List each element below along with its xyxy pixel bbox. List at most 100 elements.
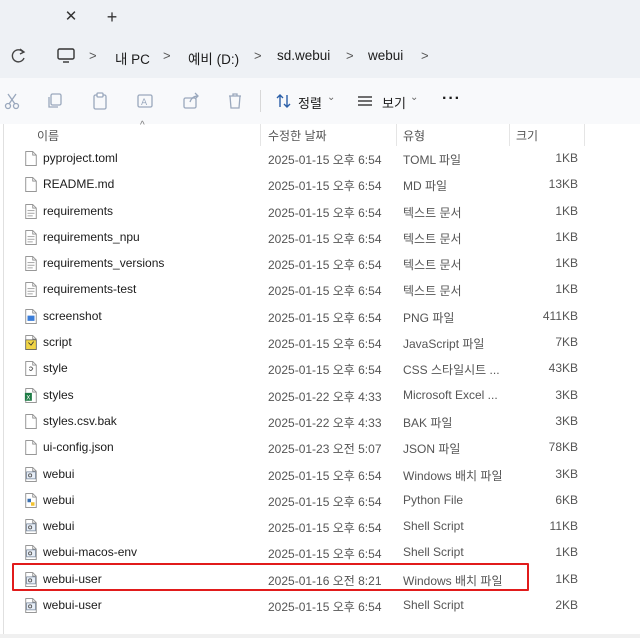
chevron-right-icon[interactable]: > (89, 48, 97, 63)
paste-icon[interactable] (91, 92, 109, 110)
file-row[interactable]: ui-config.json 2025-01-23 오전 5:07 JSON 파일 7… (0, 435, 640, 461)
file-size: 3KB (555, 387, 578, 402)
column-size[interactable]: 크기 (516, 127, 538, 144)
breadcrumb-my-pc[interactable]: 내 PC (115, 48, 150, 68)
address-bar: > 내 PC > 예비 (D:) > sd.webui > webui > (0, 36, 640, 78)
column-type[interactable]: 유형 (403, 127, 425, 144)
file-size: 1KB (555, 282, 578, 297)
file-date: 2025-01-15 오후 6:54 (268, 600, 382, 615)
file-type: TOML 파일 (403, 153, 462, 167)
file-row[interactable]: screenshot 2025-01-15 오후 6:54 PNG 파일 411KB (0, 304, 640, 330)
view-button[interactable]: 보기 (382, 93, 406, 112)
file-date: 2025-01-15 오후 6:54 (268, 547, 382, 562)
file-name: requirements_npu (43, 229, 140, 244)
column-name[interactable]: 이름 (37, 127, 59, 144)
sort-button[interactable]: 정렬 (298, 93, 322, 112)
chevron-right-icon[interactable]: > (254, 48, 262, 63)
file-date: 2025-01-15 오후 6:54 (268, 363, 382, 378)
share-icon[interactable] (182, 92, 200, 110)
chevron-down-icon[interactable]: ⌄ (410, 92, 418, 103)
file-row[interactable]: webui 2025-01-15 오후 6:54 Python File 6KB (0, 488, 640, 514)
file-size: 7KB (555, 335, 578, 350)
document-icon (25, 151, 37, 166)
file-type: 텍스트 문서 (403, 284, 462, 299)
new-tab-icon[interactable]: + (103, 7, 121, 27)
command-bar: A 정렬 ⌄ 보기 ⌄ ··· (0, 78, 640, 125)
file-size: 1KB (555, 229, 578, 244)
file-size: 78KB (548, 440, 578, 455)
svg-text:A: A (141, 98, 148, 108)
file-row[interactable]: pyproject.toml 2025-01-15 오후 6:54 TOML 파일 1… (0, 146, 640, 172)
file-type: MD 파일 (403, 179, 448, 194)
column-divider[interactable] (509, 124, 510, 146)
file-date: 2025-01-15 오후 6:54 (268, 337, 382, 352)
file-size: 1KB (555, 545, 578, 560)
chevron-right-icon[interactable]: > (421, 48, 429, 63)
file-row[interactable]: requirements_versions 2025-01-15 오후 6:54 텍… (0, 251, 640, 277)
breadcrumb-drive-d[interactable]: 예비 (D:) (188, 48, 239, 68)
file-date: 2025-01-15 오후 6:54 (268, 205, 382, 220)
file-row[interactable]: styles.csv.bak 2025-01-22 오후 4:33 BAK 파일 3K… (0, 409, 640, 435)
highlight-box (12, 563, 529, 591)
chevron-right-icon[interactable]: > (163, 48, 171, 63)
chevron-down-icon[interactable]: ⌄ (327, 92, 335, 103)
status-strip (0, 634, 640, 638)
file-size: 6KB (555, 492, 578, 507)
column-divider[interactable] (396, 124, 397, 146)
file-date: 2025-01-15 오후 6:54 (268, 521, 382, 536)
file-size: 13KB (548, 177, 578, 192)
file-size: 1KB (555, 203, 578, 218)
svg-text:X: X (26, 394, 30, 401)
file-type: BAK 파일 (403, 415, 453, 430)
refresh-icon[interactable] (9, 46, 27, 66)
file-row[interactable]: webui 2025-01-15 오후 6:54 Windows 배치 파일 3KB (0, 462, 640, 488)
file-name: README.md (43, 177, 115, 192)
breadcrumb-webui[interactable]: webui (368, 48, 403, 63)
file-type: 텍스트 문서 (403, 258, 462, 273)
delete-icon[interactable] (226, 92, 244, 110)
pc-icon[interactable] (56, 47, 76, 65)
close-tab-icon[interactable]: ✕ (63, 8, 79, 26)
file-row[interactable]: Xstyles 2025-01-22 오후 4:33 Microsoft Excel… (0, 383, 640, 409)
file-row[interactable]: webui-user 2025-01-15 오후 6:54 Shell Script… (0, 593, 640, 619)
file-size: 11KB (549, 519, 578, 534)
file-size: 411KB (542, 308, 578, 323)
file-type: Shell Script (403, 598, 464, 613)
file-type: Shell Script (403, 545, 464, 560)
column-divider[interactable] (584, 124, 585, 146)
file-row[interactable]: style 2025-01-15 오후 6:54 CSS 스타일시트 ... 43KB (0, 356, 640, 382)
breadcrumb-sd-webui[interactable]: sd.webui (277, 48, 330, 63)
chevron-right-icon[interactable]: > (346, 48, 354, 63)
file-name: webui-user (43, 598, 102, 613)
shell-script-icon (25, 545, 37, 561)
file-size: 1KB (555, 151, 578, 165)
cut-icon[interactable] (3, 92, 21, 110)
file-list: pyproject.toml 2025-01-15 오후 6:54 TOML 파일 1… (0, 146, 640, 619)
file-row[interactable]: webui 2025-01-15 오후 6:54 Shell Script 11KB (0, 514, 640, 540)
file-name: ui-config.json (43, 440, 114, 455)
file-row[interactable]: requirements-test 2025-01-15 오후 6:54 텍스트 문… (0, 277, 640, 303)
file-row[interactable]: requirements_npu 2025-01-15 오후 6:54 텍스트 문서… (0, 225, 640, 251)
file-row[interactable]: README.md 2025-01-15 오후 6:54 MD 파일 13KB (0, 172, 640, 198)
shell-script-icon (25, 598, 37, 613)
copy-icon[interactable] (46, 92, 64, 110)
file-name: webui-macos-env (43, 545, 138, 560)
sort-icon[interactable] (275, 92, 293, 110)
rename-icon[interactable]: A (136, 92, 154, 110)
file-type: CSS 스타일시트 ... (403, 363, 500, 378)
more-options-icon[interactable]: ··· (442, 90, 461, 108)
column-date[interactable]: 수정한 날짜 (268, 127, 327, 144)
file-row[interactable]: script 2025-01-15 오후 6:54 JavaScript 파일 7KB (0, 330, 640, 356)
file-name: script (43, 335, 72, 350)
text-document-icon (25, 203, 37, 219)
file-type: Python File (403, 492, 464, 507)
view-icon[interactable] (356, 92, 374, 110)
file-type: JavaScript 파일 (403, 337, 485, 352)
tab-bar: ✕ + (0, 0, 640, 36)
file-date: 2025-01-15 오후 6:54 (268, 494, 382, 509)
file-type: Microsoft Excel ... (403, 387, 498, 402)
column-divider[interactable] (260, 124, 261, 146)
document-icon (25, 177, 37, 193)
file-name: styles (43, 387, 74, 402)
file-row[interactable]: requirements 2025-01-15 오후 6:54 텍스트 문서 1KB (0, 199, 640, 225)
